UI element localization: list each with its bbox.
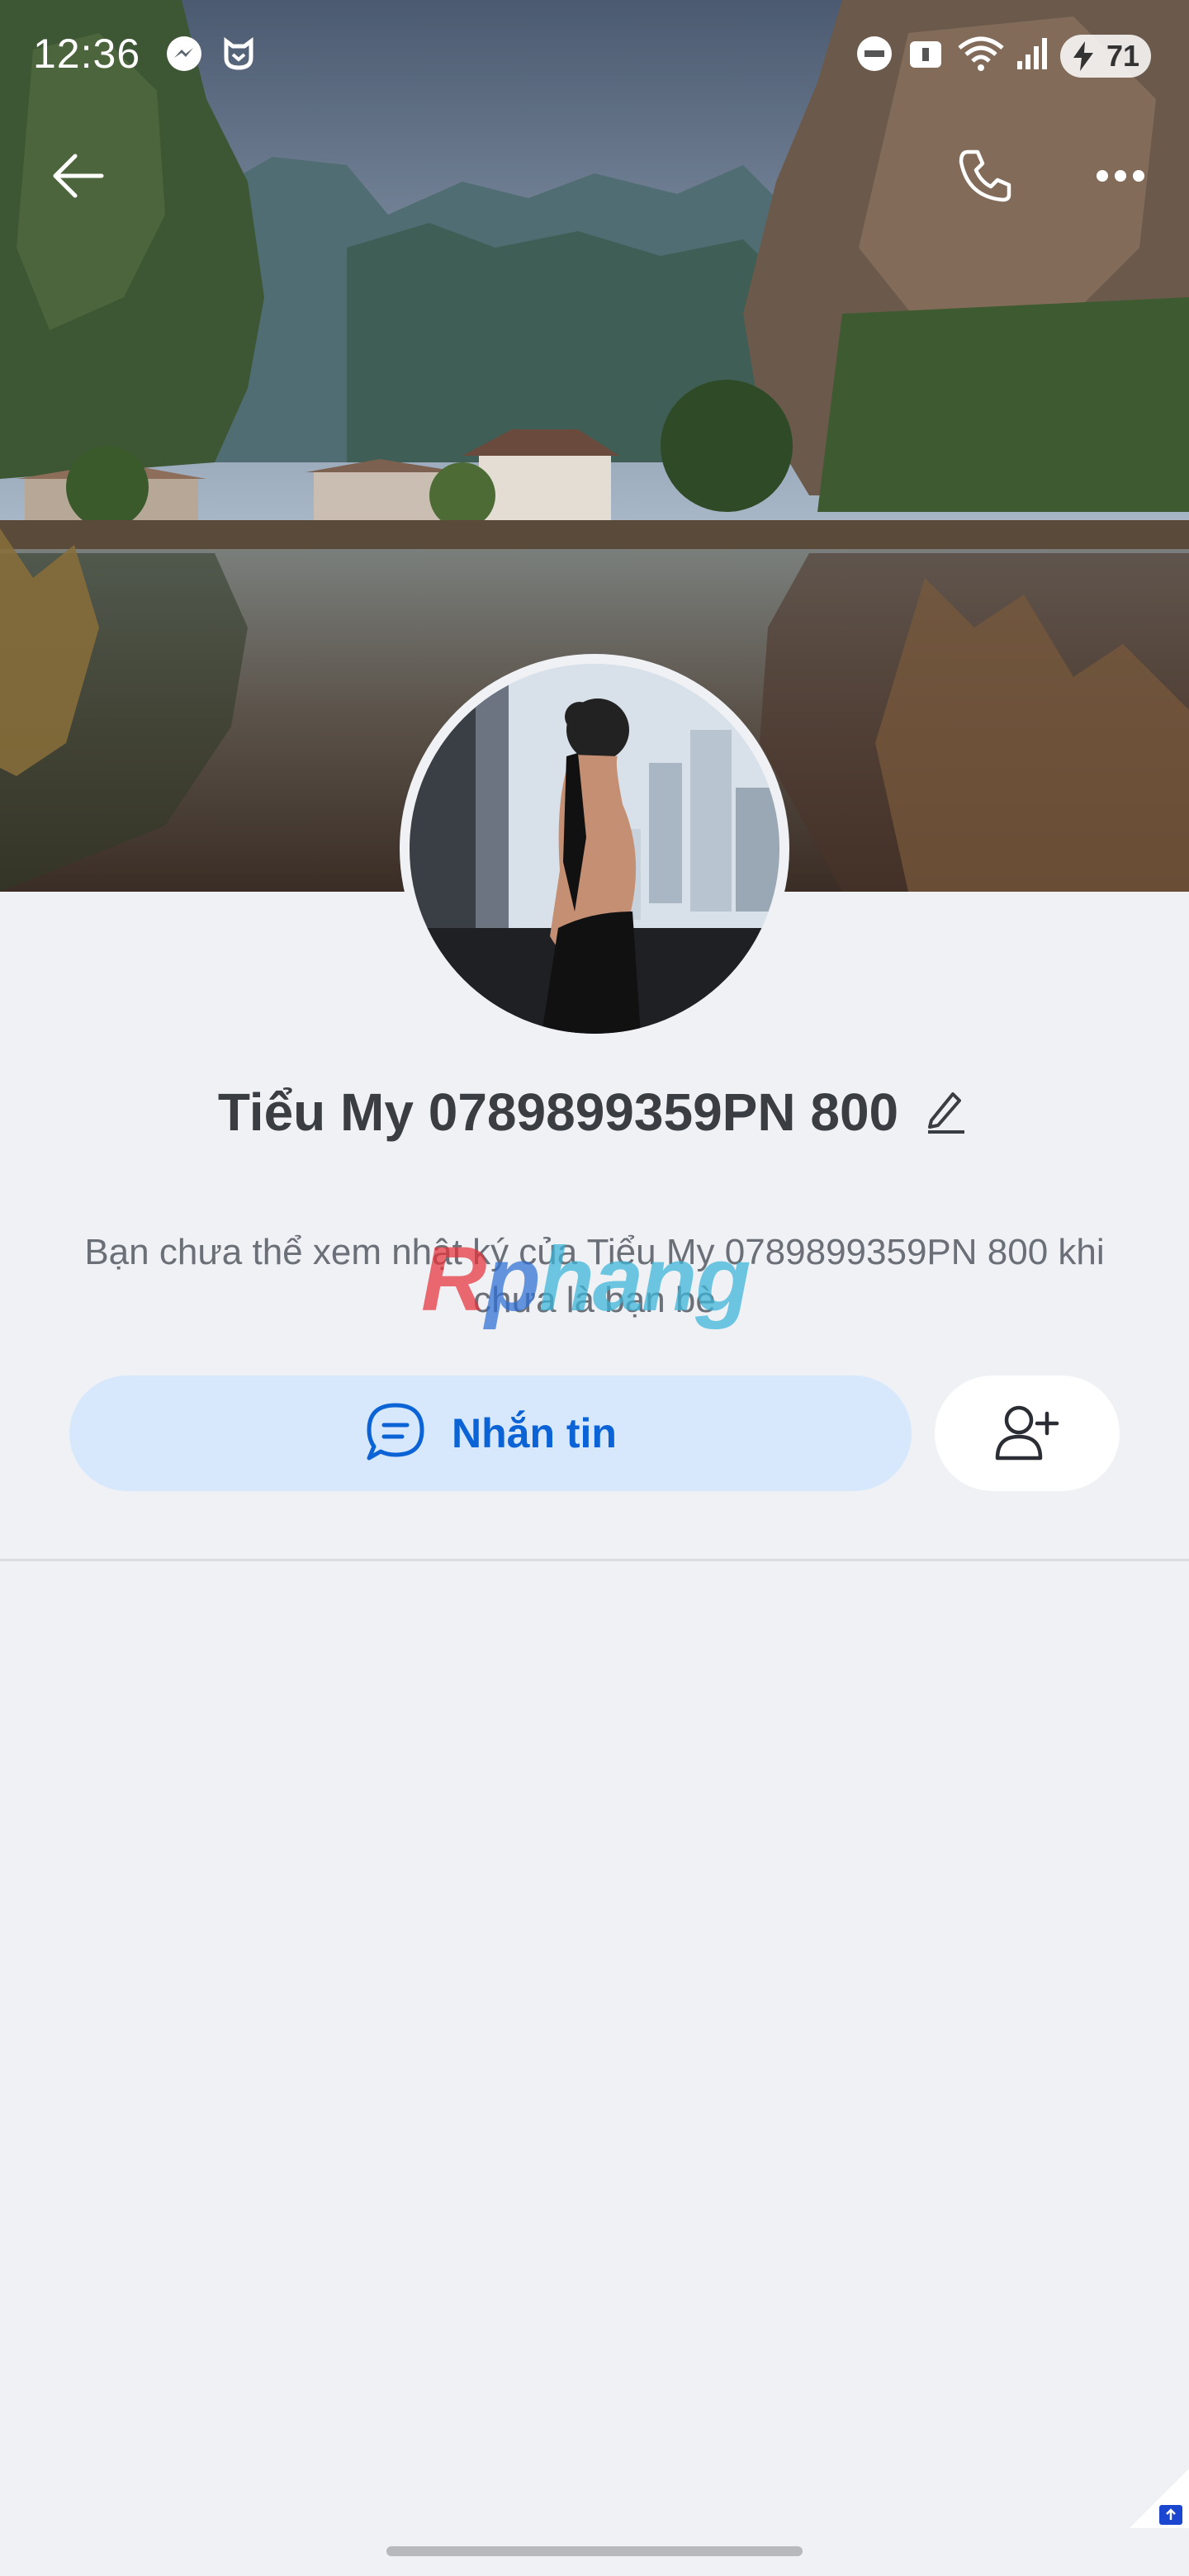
message-button-label: Nhắn tin [452,1410,617,1456]
chat-bubble-icon [364,1400,427,1467]
message-button[interactable]: Nhắn tin [69,1376,912,1491]
watermark-r: R [421,1229,486,1330]
corner-fold-icon[interactable] [1130,2469,1189,2528]
do-not-disturb-icon [855,35,893,77]
profile-name: Tiểu My 0789899359PN 800 [217,1082,899,1142]
mi-icon [220,35,258,77]
profile-name-row: Tiểu My 0789899359PN 800 [0,1082,1189,1143]
more-button[interactable] [1083,140,1158,215]
watermark-logo: Rphang [421,1227,751,1332]
battery-level: 71 [1106,39,1139,73]
signal-icon [1016,35,1052,77]
profile-page: 12:36 71 Tiểu My 0789899359PN 800 Bạn ch… [0,0,1189,2576]
status-time: 12:36 [33,31,141,77]
phone-icon [956,147,1014,209]
watermark-p: p [485,1229,540,1330]
messenger-icon [165,35,203,77]
edit-name-button[interactable] [921,1087,971,1137]
more-horizontal-icon [1096,168,1145,188]
avatar-illustration [410,664,779,1034]
add-friend-icon [994,1402,1060,1466]
status-bar: 12:36 71 [0,0,1189,112]
watermark-rest: hang [538,1229,751,1330]
back-button[interactable] [41,140,116,215]
lock-icon [907,35,945,77]
home-indicator[interactable] [386,2546,803,2556]
back-arrow-icon [52,153,105,203]
call-button[interactable] [948,140,1022,215]
avatar[interactable] [400,654,789,1044]
battery-icon: 71 [1060,35,1151,78]
section-divider [0,1559,1189,1561]
wifi-icon [956,35,1006,77]
pencil-icon [925,1087,968,1138]
add-friend-button[interactable] [935,1376,1120,1491]
avatar-photo [410,664,779,1034]
